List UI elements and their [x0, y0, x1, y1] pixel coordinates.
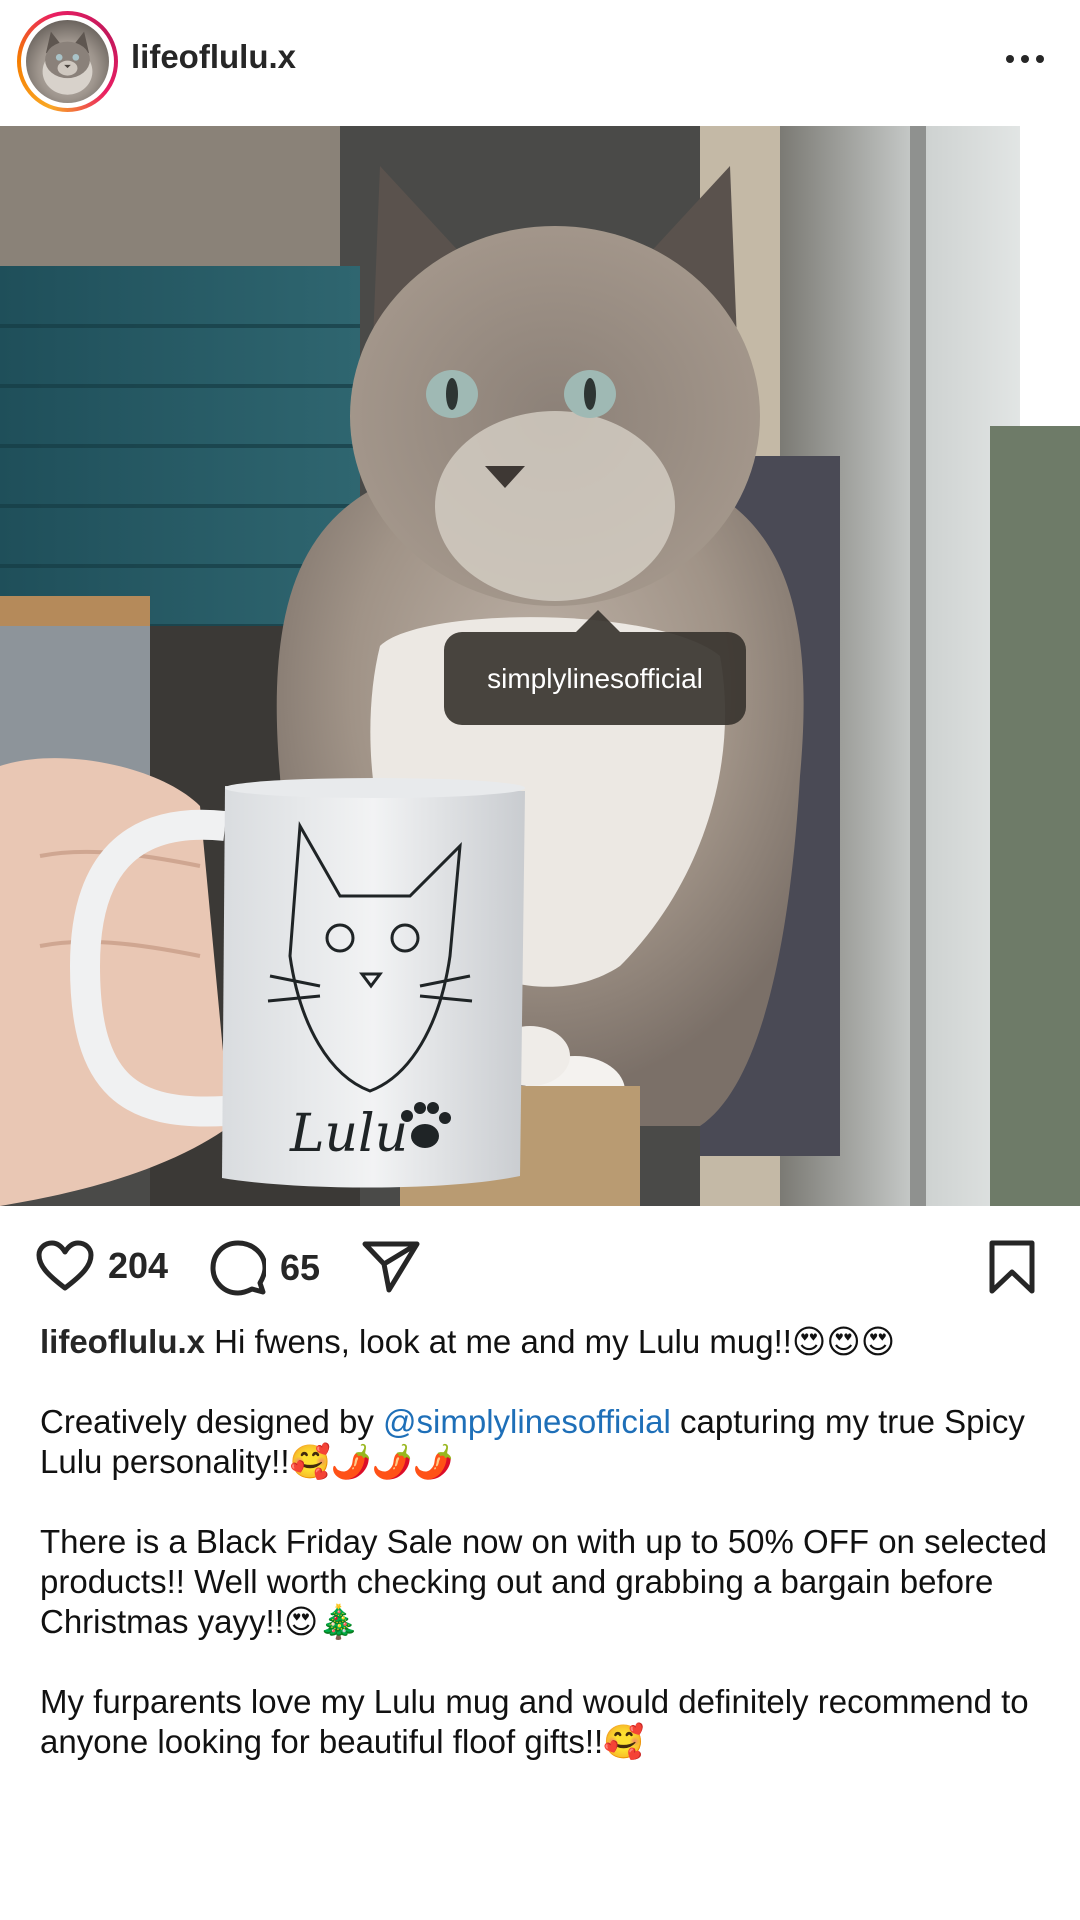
action-bar: 204 65: [0, 1206, 1080, 1324]
heart-icon: [36, 1240, 94, 1291]
caption-paragraph-4: My furparents love my Lulu mug and would…: [40, 1683, 1029, 1760]
caption-paragraph-1: lifeoflulu.x Hi fwens, look at me and my…: [40, 1322, 1050, 1362]
more-options-icon[interactable]: [1000, 44, 1050, 74]
comment-button[interactable]: 65: [210, 1240, 320, 1296]
like-count[interactable]: 204: [108, 1245, 168, 1287]
post-caption: lifeoflulu.x Hi fwens, look at me and my…: [40, 1322, 1050, 1802]
comment-icon: [210, 1240, 266, 1296]
like-button[interactable]: 204: [36, 1240, 168, 1292]
caption-p2-before: Creatively designed by: [40, 1403, 384, 1440]
mug-text: Lulu: [289, 1104, 408, 1164]
send-icon: [362, 1241, 420, 1293]
save-button[interactable]: [988, 1240, 1036, 1294]
product-tag-label: simplylinesofficial: [487, 662, 703, 694]
avatar[interactable]: [26, 20, 109, 103]
caption-paragraph-2: Creatively designed by @simplylinesoffic…: [40, 1402, 1050, 1482]
caption-line-1: Hi fwens, look at me and my Lulu mug!!😍😍…: [205, 1323, 896, 1360]
post-username[interactable]: lifeoflulu.x: [131, 38, 296, 76]
post-photo[interactable]: Lulu simplylinesofficial: [0, 126, 1080, 1206]
caption-paragraph-3: There is a Black Friday Sale now on with…: [40, 1523, 1047, 1640]
story-ring[interactable]: [17, 11, 118, 112]
comment-count[interactable]: 65: [280, 1247, 320, 1289]
caption-mention-link[interactable]: @simplylinesofficial: [383, 1403, 671, 1440]
cat-avatar-icon: [42, 31, 93, 95]
product-tag[interactable]: simplylinesofficial: [444, 610, 746, 725]
caption-username[interactable]: lifeoflulu.x: [40, 1323, 205, 1360]
share-button[interactable]: [362, 1240, 420, 1294]
post-header: lifeoflulu.x: [0, 0, 1080, 126]
bookmark-icon: [989, 1240, 1035, 1294]
